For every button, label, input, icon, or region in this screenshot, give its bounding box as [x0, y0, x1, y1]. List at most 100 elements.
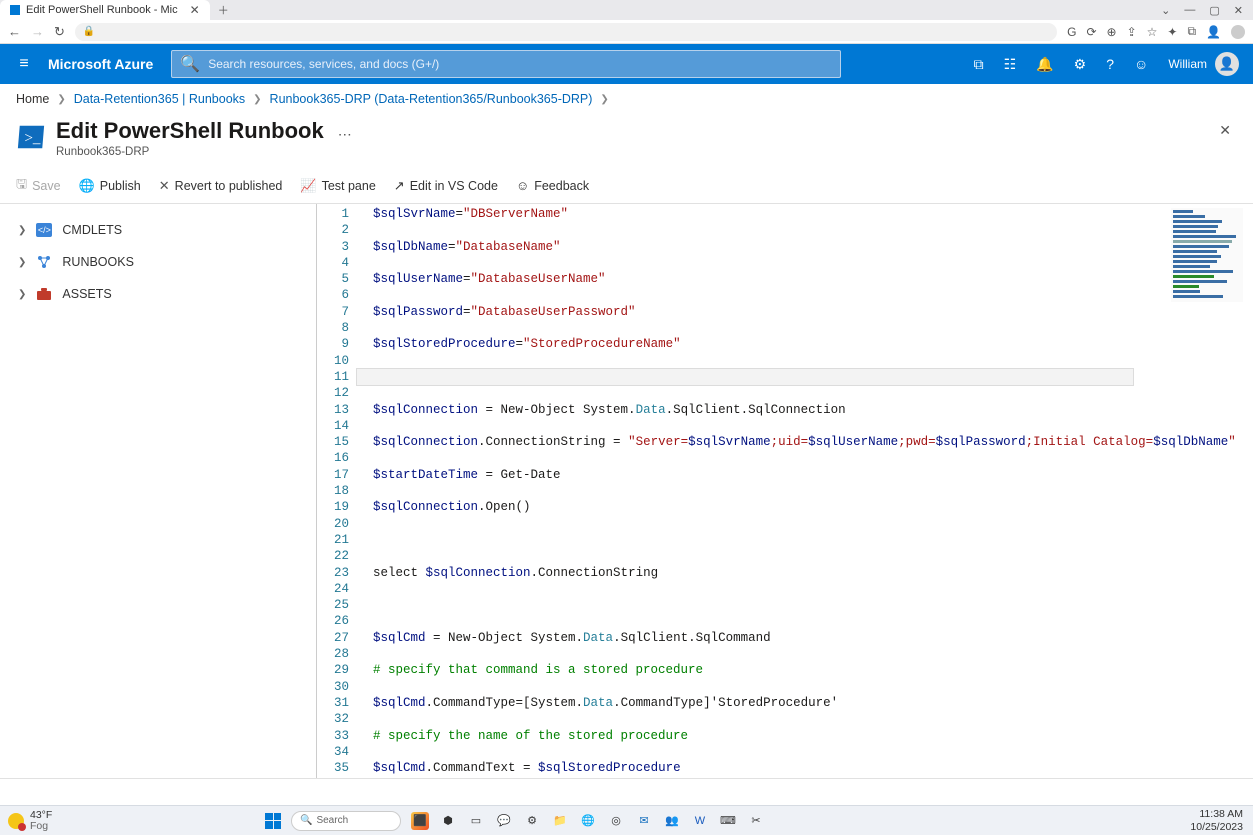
chevron-down-icon[interactable]: ⌄: [1161, 4, 1170, 17]
blade-close-button[interactable]: ✕: [1213, 118, 1237, 143]
feedback-smiley-icon[interactable]: ☺: [1134, 56, 1148, 72]
azure-user-menu[interactable]: William 👤: [1168, 52, 1239, 76]
addr-action-icon[interactable]: G: [1067, 25, 1076, 39]
discard-icon: ✕: [159, 178, 170, 194]
breadcrumb-item[interactable]: Data-Retention365 | Runbooks: [74, 92, 245, 106]
addr-action-icon[interactable]: ⧉: [1187, 24, 1196, 39]
assets-toolbox-icon: [36, 287, 52, 301]
window-close-button[interactable]: ✕: [1234, 4, 1243, 17]
url-field[interactable]: 🔒: [75, 23, 1057, 41]
revert-button[interactable]: ✕ Revert to published: [159, 178, 283, 194]
editor-toolbar: 🖫 Save 🌐 Publish ✕ Revert to published 📈…: [0, 168, 1253, 204]
minimap[interactable]: [1171, 208, 1243, 302]
browser-address-bar: ← → ↻ 🔒 G ⟳ ⊕ ⇪ ☆ ✦ ⧉ 👤: [0, 20, 1253, 44]
addr-action-icon[interactable]: ⊕: [1107, 25, 1117, 39]
breadcrumb: Home ❯ Data-Retention365 | Runbooks ❯ Ru…: [0, 84, 1253, 114]
code-content[interactable]: $sqlSvrName="DBServerName"$sqlDbName="Da…: [357, 204, 1236, 778]
addr-action-icon[interactable]: 👤: [1206, 25, 1221, 39]
search-icon: 🔍: [180, 54, 200, 74]
left-panel: ❯ </> CMDLETS ❯ RUNBOOKS ❯ ASSETS: [0, 204, 317, 778]
addr-action-icon[interactable]: ⇪: [1127, 25, 1137, 39]
azure-top-bar: ≡ Microsoft Azure 🔍 ⧉ ☷ 🔔 ⚙ ? ☺ William …: [0, 44, 1253, 84]
edge-icon[interactable]: 🌐: [579, 812, 597, 830]
profile-avatar-icon[interactable]: [1231, 25, 1245, 39]
directory-switch-icon[interactable]: ☷: [1004, 56, 1017, 73]
tab-title: Edit PowerShell Runbook - Mic: [26, 4, 178, 16]
word-icon[interactable]: W: [691, 812, 709, 830]
more-options-button[interactable]: ⋯: [338, 126, 352, 143]
snipping-tool-icon[interactable]: ✂: [747, 812, 765, 830]
person-feedback-icon: ☺: [516, 178, 529, 193]
chart-icon: 📈: [300, 178, 316, 194]
addr-action-icon[interactable]: ⟳: [1086, 25, 1096, 39]
chevron-right-icon: ❯: [18, 257, 26, 268]
taskbar-weather[interactable]: 43°F Fog: [0, 810, 52, 831]
notifications-icon[interactable]: 🔔: [1036, 56, 1053, 73]
tree-item-cmdlets[interactable]: ❯ </> CMDLETS: [18, 214, 298, 246]
breadcrumb-separator-icon: ❯: [253, 94, 261, 105]
settings-icon[interactable]: ⚙: [523, 812, 541, 830]
edit-vscode-button[interactable]: ↗ Edit in VS Code: [394, 178, 498, 194]
publish-button[interactable]: 🌐 Publish: [79, 178, 141, 194]
cloud-shell-icon[interactable]: ⧉: [974, 56, 984, 73]
runbooks-icon: [36, 255, 52, 269]
user-name: William: [1168, 57, 1207, 71]
search-icon: 🔍: [300, 815, 312, 826]
nav-forward-button[interactable]: →: [31, 24, 44, 39]
nav-back-button[interactable]: ←: [8, 24, 21, 39]
azure-brand[interactable]: Microsoft Azure: [48, 56, 171, 72]
teams-icon[interactable]: 👥: [663, 812, 681, 830]
chat-icon[interactable]: 💬: [495, 812, 513, 830]
addr-action-icon[interactable]: ☆: [1147, 25, 1158, 39]
taskbar-center: 🔍 Search ⬛ ⬢ ▭ 💬 ⚙ 📁 🌐 ◎ ✉ 👥 W ⌨ ✂: [265, 811, 765, 831]
task-view-icon[interactable]: ▭: [467, 812, 485, 830]
browser-tab[interactable]: Edit PowerShell Runbook - Mic ✕: [0, 0, 210, 20]
breadcrumb-separator-icon: ❯: [57, 94, 65, 105]
main-area: ❯ </> CMDLETS ❯ RUNBOOKS ❯ ASSETS 123456…: [0, 204, 1253, 778]
taskbar-app-icon[interactable]: ⬛: [411, 812, 429, 830]
settings-gear-icon[interactable]: ⚙: [1074, 56, 1087, 73]
new-tab-button[interactable]: ＋: [210, 2, 237, 18]
help-icon[interactable]: ?: [1106, 56, 1114, 72]
test-pane-button[interactable]: 📈 Test pane: [300, 178, 375, 194]
weather-icon: [8, 813, 24, 829]
page-header: >_ Edit PowerShell Runbook Runbook365-DR…: [0, 114, 1253, 168]
window-minimize-button[interactable]: —: [1184, 4, 1195, 17]
taskbar-clock[interactable]: 11:38 AM 10/25/2023: [1190, 808, 1253, 832]
save-button[interactable]: 🖫 Save: [16, 175, 61, 197]
start-button[interactable]: [265, 813, 281, 829]
breadcrumb-home[interactable]: Home: [16, 92, 49, 106]
tree-item-runbooks[interactable]: ❯ RUNBOOKS: [18, 246, 298, 278]
svg-text:>_: >_: [24, 131, 40, 147]
code-editor[interactable]: 1234567891011121314151617181920212223242…: [317, 204, 1253, 778]
browser-tab-strip: Edit PowerShell Runbook - Mic ✕ ＋ ⌄ — ▢ …: [0, 0, 1253, 20]
chevron-right-icon: ❯: [18, 225, 26, 236]
terminal-icon[interactable]: ⌨: [719, 812, 737, 830]
tab-close-icon[interactable]: ✕: [190, 3, 200, 17]
globe-icon: 🌐: [79, 178, 95, 194]
taskbar-search[interactable]: 🔍 Search: [291, 811, 401, 831]
outlook-icon[interactable]: ✉: [635, 812, 653, 830]
window-maximize-button[interactable]: ▢: [1209, 4, 1219, 17]
tree-item-assets[interactable]: ❯ ASSETS: [18, 278, 298, 310]
hamburger-menu-button[interactable]: ≡: [0, 55, 48, 73]
chevron-right-icon: ❯: [18, 289, 26, 300]
user-avatar-icon: 👤: [1215, 52, 1239, 76]
feedback-button[interactable]: ☺ Feedback: [516, 178, 589, 193]
powershell-logo-icon: >_: [16, 122, 46, 152]
addr-action-icon[interactable]: ✦: [1167, 25, 1177, 39]
windows-taskbar: 43°F Fog 🔍 Search ⬛ ⬢ ▭ 💬 ⚙ 📁 🌐 ◎ ✉ 👥 W …: [0, 805, 1253, 835]
lock-icon: 🔒: [83, 26, 95, 37]
chrome-icon[interactable]: ◎: [607, 812, 625, 830]
azure-search[interactable]: 🔍: [171, 50, 841, 78]
file-explorer-icon[interactable]: 📁: [551, 812, 569, 830]
breadcrumb-separator-icon: ❯: [600, 94, 608, 105]
page-title: Edit PowerShell Runbook: [56, 118, 324, 144]
line-number-gutter: 1234567891011121314151617181920212223242…: [317, 204, 357, 778]
cmdlets-icon: </>: [36, 223, 52, 237]
azure-search-input[interactable]: [208, 57, 832, 71]
nav-reload-button[interactable]: ↻: [54, 24, 65, 40]
breadcrumb-item[interactable]: Runbook365-DRP (Data-Retention365/Runboo…: [270, 92, 593, 106]
page-subtitle: Runbook365-DRP: [56, 146, 324, 158]
copilot-icon[interactable]: ⬢: [439, 812, 457, 830]
